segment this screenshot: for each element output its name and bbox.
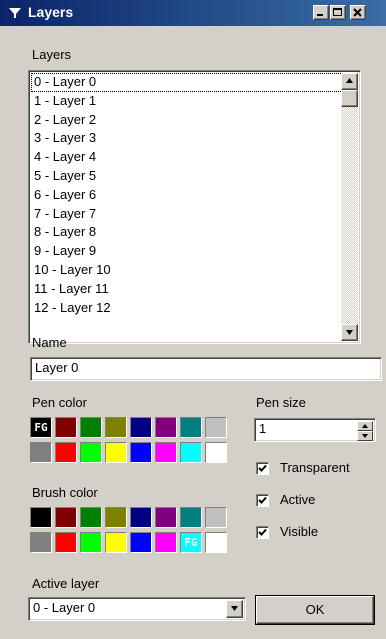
color-swatch[interactable]	[30, 532, 52, 553]
visible-checkbox[interactable]	[256, 526, 269, 539]
close-icon	[353, 8, 362, 17]
color-swatch[interactable]	[180, 507, 202, 528]
list-item[interactable]: 8 - Layer 8	[31, 223, 343, 242]
color-swatch[interactable]	[30, 442, 52, 463]
active-layer-label: Active layer	[32, 576, 100, 591]
list-item[interactable]: 9 - Layer 9	[31, 242, 343, 261]
color-swatch[interactable]	[30, 507, 52, 528]
pen-color-label: Pen color	[32, 395, 87, 410]
checkmark-icon	[258, 496, 267, 504]
pen-size-spinbox[interactable]: 1	[254, 418, 376, 442]
list-item[interactable]: 5 - Layer 5	[31, 167, 343, 186]
color-swatch[interactable]	[105, 442, 127, 463]
ok-button[interactable]: OK	[256, 596, 374, 624]
layers-scrollbar[interactable]	[341, 73, 358, 341]
color-swatch[interactable]	[105, 417, 127, 438]
list-item[interactable]: 2 - Layer 2	[31, 111, 343, 130]
color-swatch[interactable]	[180, 442, 202, 463]
arrow-up-icon	[362, 424, 368, 428]
color-swatch[interactable]: FG	[30, 417, 52, 438]
title-bar[interactable]: Layers	[0, 0, 386, 26]
maximize-icon	[333, 8, 342, 16]
color-swatch[interactable]	[80, 507, 102, 528]
arrow-up-icon	[346, 78, 353, 83]
transparent-label[interactable]: Transparent	[280, 460, 350, 475]
color-swatch[interactable]	[205, 442, 227, 463]
close-button[interactable]	[350, 5, 366, 20]
scroll-down-button[interactable]	[341, 324, 358, 341]
color-swatch[interactable]	[130, 507, 152, 528]
color-swatch[interactable]	[155, 532, 177, 553]
funnel-icon	[9, 8, 21, 18]
color-swatch[interactable]	[55, 417, 77, 438]
pen-size-label: Pen size	[256, 395, 306, 410]
active-layer-dropdown[interactable]: 0 - Layer 0	[28, 597, 246, 621]
color-swatch[interactable]	[55, 442, 77, 463]
color-swatch[interactable]	[80, 442, 102, 463]
color-swatch[interactable]	[130, 417, 152, 438]
layers-list: 0 - Layer 01 - Layer 12 - Layer 23 - Lay…	[31, 73, 343, 317]
list-item[interactable]: 6 - Layer 6	[31, 186, 343, 205]
minimize-button[interactable]	[313, 5, 329, 20]
color-swatch[interactable]	[130, 532, 152, 553]
minimize-icon	[317, 14, 323, 16]
layers-label: Layers	[32, 47, 72, 62]
active-label[interactable]: Active	[280, 492, 315, 507]
color-swatch[interactable]	[55, 507, 77, 528]
list-item[interactable]: 3 - Layer 3	[31, 129, 343, 148]
list-item[interactable]: 11 - Layer 11	[31, 280, 343, 299]
color-swatch[interactable]	[180, 417, 202, 438]
color-swatch[interactable]	[105, 532, 127, 553]
pen-size-increment-button[interactable]	[357, 421, 373, 431]
list-item[interactable]: 0 - Layer 0	[31, 73, 343, 92]
color-swatch[interactable]	[105, 507, 127, 528]
list-item[interactable]: 12 - Layer 12	[31, 299, 343, 318]
pen-size-decrement-button[interactable]	[357, 431, 373, 441]
color-swatch[interactable]	[55, 532, 77, 553]
list-item[interactable]: 4 - Layer 4	[31, 148, 343, 167]
arrow-down-icon	[346, 330, 353, 335]
visible-label[interactable]: Visible	[280, 524, 318, 539]
color-swatch[interactable]	[155, 417, 177, 438]
active-checkbox[interactable]	[256, 494, 269, 507]
color-swatch[interactable]	[130, 442, 152, 463]
scroll-up-button[interactable]	[341, 73, 358, 90]
color-swatch[interactable]	[155, 442, 177, 463]
transparent-checkbox[interactable]	[256, 462, 269, 475]
maximize-button[interactable]	[330, 5, 346, 20]
checkmark-icon	[258, 528, 267, 536]
active-layer-value: 0 - Layer 0	[33, 600, 96, 615]
color-swatch[interactable]: FG	[180, 532, 202, 553]
arrow-down-icon	[362, 434, 368, 438]
checkmark-icon	[258, 464, 267, 472]
color-swatch[interactable]	[80, 417, 102, 438]
color-swatch[interactable]	[205, 417, 227, 438]
window-title: Layers	[28, 4, 74, 20]
color-swatch[interactable]	[155, 507, 177, 528]
list-item[interactable]: 10 - Layer 10	[31, 261, 343, 280]
list-item[interactable]: 1 - Layer 1	[31, 92, 343, 111]
fg-marker: FG	[34, 421, 48, 434]
brush-color-label: Brush color	[32, 485, 98, 500]
color-swatch[interactable]	[205, 532, 227, 553]
color-swatch[interactable]	[205, 507, 227, 528]
layers-listbox[interactable]: 0 - Layer 01 - Layer 12 - Layer 23 - Lay…	[28, 70, 361, 344]
name-label: Name	[32, 335, 67, 350]
scroll-thumb[interactable]	[341, 90, 358, 107]
color-swatch[interactable]	[80, 532, 102, 553]
chevron-down-icon	[231, 606, 238, 611]
fg-marker: FG	[184, 536, 198, 549]
name-field[interactable]: Layer 0	[30, 357, 382, 381]
pen-size-value: 1	[259, 421, 267, 436]
dropdown-button[interactable]	[226, 600, 243, 618]
list-item[interactable]: 7 - Layer 7	[31, 205, 343, 224]
